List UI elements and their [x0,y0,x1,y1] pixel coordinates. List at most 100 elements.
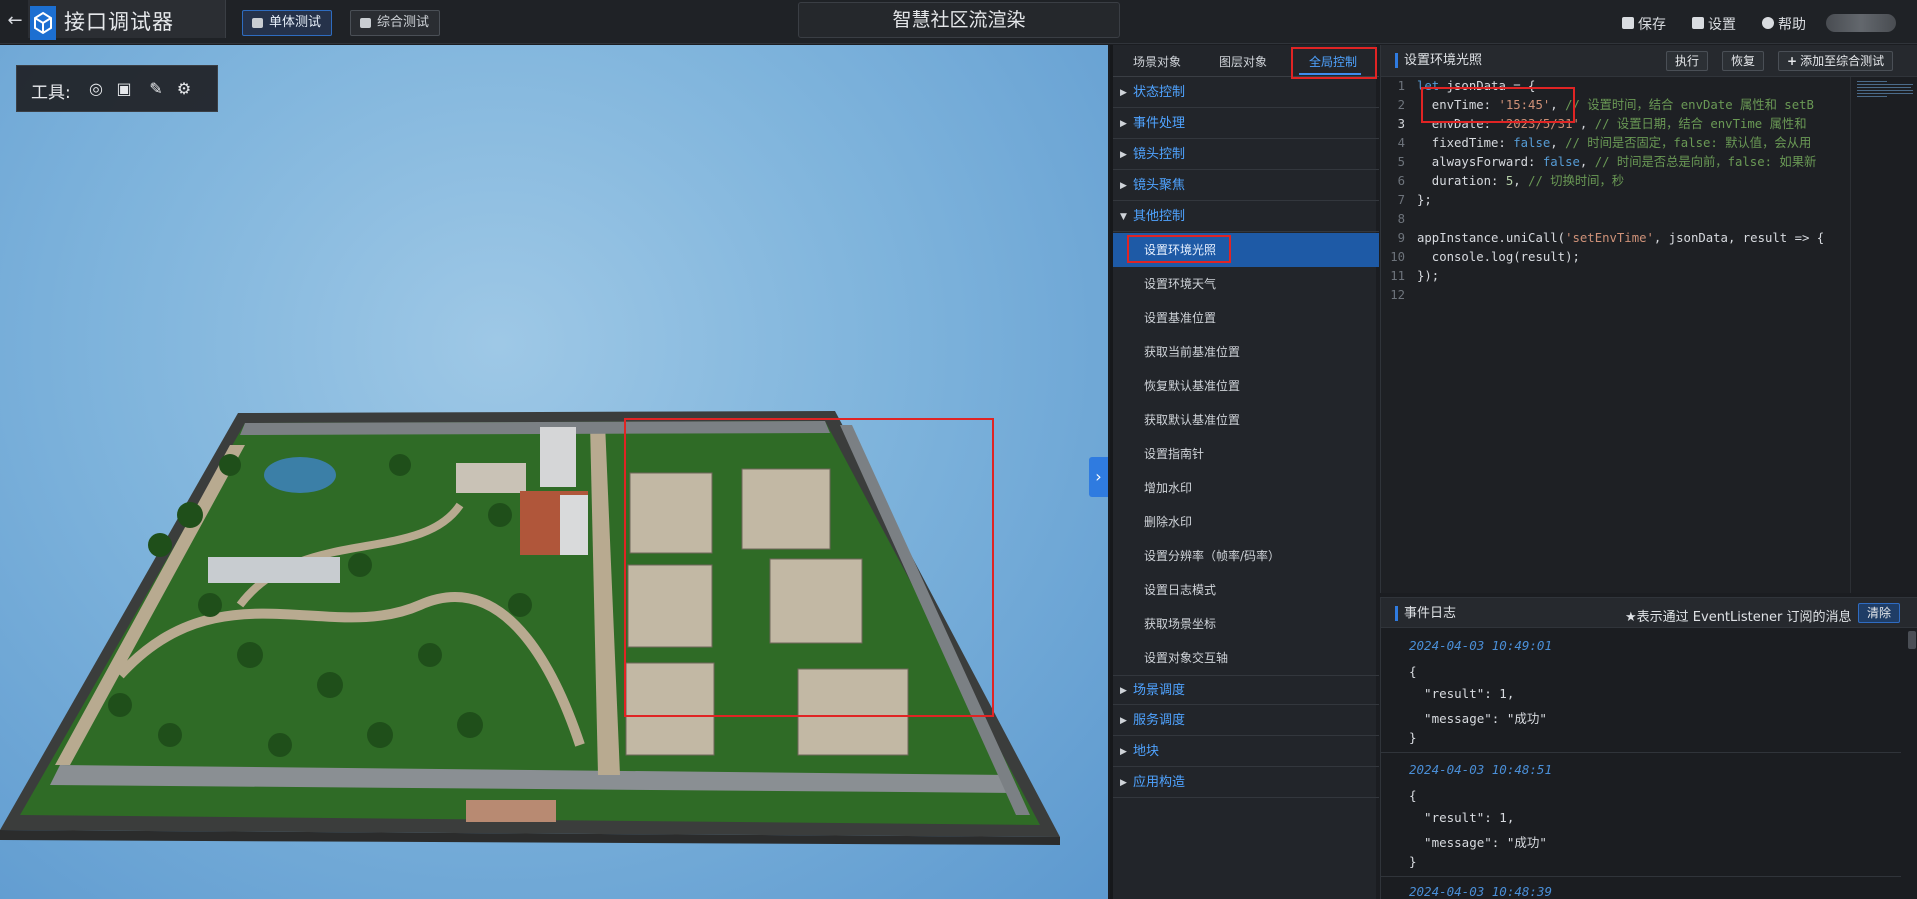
save-button[interactable]: 保存 [1622,14,1666,34]
chevron-right-icon: ▶ [1120,686,1127,696]
category-label: 状态控制 [1133,85,1186,100]
line-number: 4 [1397,136,1405,150]
editor-header: 设置环境光照 执行 恢复 + 添加至综合测试 [1381,45,1917,77]
scene-viewport[interactable]: 工具: ◎ ▣ ✎ ⚙ › [0,45,1108,899]
code-line-6: duration: 5, // 切换时间，秒 [1417,174,1625,188]
category-event-handling[interactable]: ▶ 事件处理 [1113,109,1379,139]
tab-scene-objects[interactable]: 场景对象 [1133,53,1181,70]
tree-item-set-resolution[interactable]: 设置分辨率（帧率/码率） [1113,539,1379,573]
line-number: 2 [1397,98,1405,112]
gear-cluster-icon[interactable]: ⚙ [173,78,195,100]
chevron-right-icon: ▶ [1120,119,1127,129]
tools-label: 工具: [31,83,71,103]
tree-item-add-watermark[interactable]: 增加水印 [1113,471,1379,505]
editor-title: 设置环境光照 [1395,53,1482,68]
tree-item-set-env-weather[interactable]: 设置环境天气 [1113,267,1379,301]
log-json-line: { [1409,664,1417,679]
code-editor-panel: 设置环境光照 执行 恢复 + 添加至综合测试 1 let jsonData = { … [1380,45,1917,593]
chevron-right-icon: ▶ [1120,747,1127,757]
frame-select-icon[interactable]: ▣ [113,78,135,100]
category-scene-scheduling[interactable]: ▶ 场景调度 [1113,675,1379,705]
box-icon [252,18,263,28]
tab-layer-objects[interactable]: 图层对象 [1219,53,1267,70]
chevron-right-icon: ▶ [1120,778,1127,788]
log-json-line: "message": "成功" [1409,835,1547,850]
tab-combined-test[interactable]: 综合测试 [350,10,441,36]
tree-item-restore-default-base-position[interactable]: 恢复默认基准位置 [1113,369,1379,403]
help-label: 帮助 [1778,17,1806,33]
collapse-panel-button[interactable]: › [1089,457,1108,497]
log-divider [1381,752,1901,753]
minimap-line [1857,96,1887,97]
log-json-line: "result": 1, [1409,686,1515,701]
pen-icon[interactable]: ✎ [145,78,167,100]
chevron-right-icon: ▶ [1120,181,1127,191]
chevron-right-icon: ▶ [1120,150,1127,160]
code-line-10: console.log(result); [1417,250,1580,264]
log-scrollbar[interactable] [1908,631,1916,649]
category-camera-control[interactable]: ▶ 镜头控制 [1113,140,1379,170]
log-header: 事件日志 ★表示通过 EventListener 订阅的消息 清除 [1381,598,1917,628]
chevron-down-icon: ▼ [1120,212,1127,222]
minimap-line [1857,93,1913,94]
tree-item-set-base-position[interactable]: 设置基准位置 [1113,301,1379,335]
tree-item-get-current-base-position[interactable]: 获取当前基准位置 [1113,335,1379,369]
tab-single-test[interactable]: 单体测试 [242,10,333,36]
tree-item-get-default-base-position[interactable]: 获取默认基准位置 [1113,403,1379,437]
code-minimap[interactable] [1850,77,1917,593]
category-other-control[interactable]: ▼ 其他控制 [1113,202,1379,232]
tool-panel: 工具: ◎ ▣ ✎ ⚙ [16,65,218,112]
app-brand: 接口调试器 [28,0,226,40]
line-number: 10 [1390,250,1405,264]
avatar[interactable] [1826,14,1896,32]
settings-button[interactable]: 设置 [1692,14,1736,34]
minimap-line [1857,87,1911,88]
category-label: 其他控制 [1133,209,1186,224]
cube-logo-icon [30,6,56,40]
clear-log-button[interactable]: 清除 [1858,603,1901,623]
gear-icon [1692,17,1704,29]
category-label: 地块 [1133,744,1160,759]
line-number: 9 [1397,231,1405,245]
scene-highlight-box [624,418,994,717]
log-timestamp: 2024-04-03 10:49:01 [1409,638,1552,653]
category-label: 事件处理 [1133,116,1186,131]
add-to-combined-button[interactable]: + 添加至综合测试 [1778,51,1894,71]
category-label: 镜头聚焦 [1133,178,1186,193]
log-divider [1381,876,1901,877]
category-label: 镜头控制 [1133,147,1186,162]
location-target-icon[interactable]: ◎ [85,78,107,100]
settings-label: 设置 [1708,17,1736,33]
minimap-line [1857,90,1913,91]
tree-item-get-scene-coords[interactable]: 获取场景坐标 [1113,607,1379,641]
log-json-line: } [1409,730,1417,745]
line-number: 1 [1397,79,1405,93]
code-area[interactable]: 1 let jsonData = { 2 envTime: '15:45', //… [1381,77,1846,593]
log-json-line: { [1409,788,1417,803]
code-line-5: alwaysForward: false, // 时间是否总是向前，false:… [1417,155,1817,169]
restore-button[interactable]: 恢复 [1722,51,1765,71]
category-label: 场景调度 [1133,683,1186,698]
code-line-7: }; [1417,193,1432,207]
line-number: 11 [1390,269,1405,283]
app-name: 接口调试器 [64,10,174,34]
code-line-11: }); [1417,269,1440,283]
tree-item-set-log-mode[interactable]: 设置日志模式 [1113,573,1379,607]
run-button[interactable]: 执行 [1666,51,1709,71]
category-state-control[interactable]: ▶ 状态控制 [1113,78,1379,108]
log-json-line: } [1409,854,1417,869]
tree-item-set-compass[interactable]: 设置指南针 [1113,437,1379,471]
category-camera-focus[interactable]: ▶ 镜头聚焦 [1113,171,1379,201]
tree-item-set-object-axis[interactable]: 设置对象交互轴 [1113,641,1379,675]
category-app-construction[interactable]: ▶ 应用构造 [1113,768,1379,798]
line-number: 12 [1390,288,1405,302]
tab-label: 综合测试 [377,15,430,30]
category-service-scheduling[interactable]: ▶ 服务调度 [1113,706,1379,736]
log-note: ★表示通过 EventListener 订阅的消息 [1625,610,1852,625]
line-number: 8 [1397,212,1405,226]
tree-item-remove-watermark[interactable]: 删除水印 [1113,505,1379,539]
back-arrow-icon[interactable]: ← [4,10,26,32]
layers-icon [360,18,371,28]
category-land-parcel[interactable]: ▶ 地块 [1113,737,1379,767]
help-button[interactable]: 帮助 [1762,14,1806,34]
